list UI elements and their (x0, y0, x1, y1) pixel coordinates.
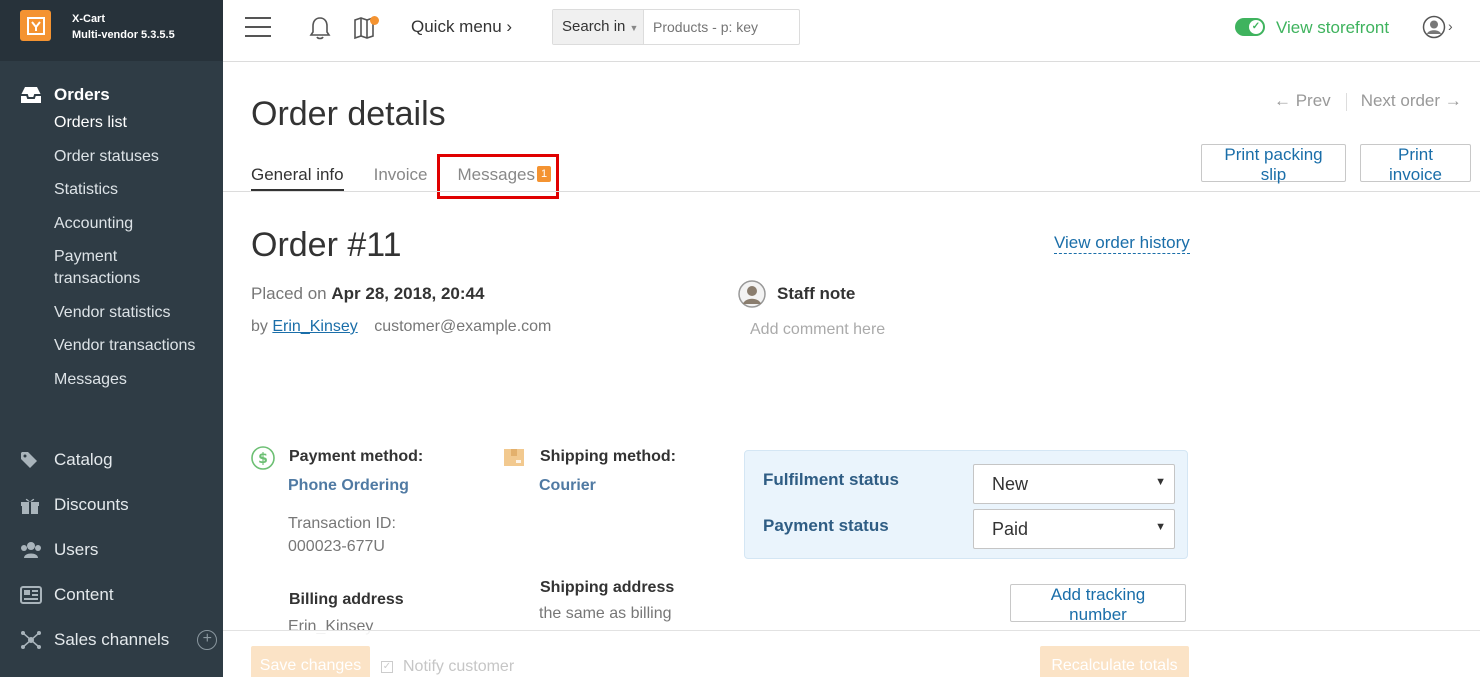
users-icon (20, 541, 44, 559)
checkbox-icon: ✓ (381, 661, 393, 673)
shipping-address-label: Shipping address (540, 579, 675, 596)
quick-menu-button[interactable]: Quick menu › (411, 17, 512, 37)
save-changes-button[interactable]: Save changes (251, 646, 370, 677)
shipping-method-label: Shipping method: (540, 448, 676, 465)
staff-note-input[interactable]: Add comment here (750, 321, 885, 339)
customer-email: customer@example.com (374, 318, 552, 335)
sidebar-item-sales-channels[interactable]: Sales channels + (0, 617, 223, 662)
payment-status-select[interactable]: Paid ▼ (973, 509, 1175, 549)
notify-customer-label: Notify customer (403, 658, 515, 675)
search-box: Search in ▼ (552, 9, 800, 45)
payment-method-value[interactable]: Phone Ordering (288, 477, 409, 495)
notify-customer-checkbox[interactable]: ✓ Notify customer (381, 658, 514, 676)
search-input[interactable] (644, 10, 794, 44)
fulfilment-status-label: Fulfilment status (763, 470, 900, 489)
svg-text:$: $ (258, 451, 268, 467)
page-title: Order details (251, 95, 446, 133)
print-invoice-button[interactable]: Print invoice (1360, 144, 1471, 184)
topbar: Quick menu › Search in ▼ View storefront… (223, 0, 1480, 62)
status-panel: Fulfilment status New ▼ Payment status P… (744, 450, 1188, 559)
sidebar-sales-channels-label: Sales channels (54, 629, 170, 649)
sidebar-item-vendor-statistics[interactable]: Vendor statistics (0, 302, 223, 324)
brand-version: Multi-vendor 5.3.5.5 (72, 29, 175, 41)
sidebar-item-orders[interactable]: Orders (0, 83, 223, 107)
sidebar-item-content[interactable]: Content (0, 572, 223, 617)
storefront-toggle[interactable] (1235, 18, 1265, 36)
staff-avatar-icon (738, 280, 766, 313)
search-in-dropdown[interactable]: Search in ▼ (553, 10, 644, 44)
brand-name: X-Cart (72, 13, 106, 25)
transaction-id-label: Transaction ID: (288, 515, 396, 532)
customer-info: by Erin_Kinsey customer@example.com (251, 318, 551, 336)
search-in-label: Search in (562, 18, 626, 35)
sidebar-item-catalog[interactable]: Catalog (0, 437, 223, 482)
billing-address-label: Billing address (289, 591, 404, 608)
tab-general-info[interactable]: General info (251, 165, 344, 192)
staff-note-label: Staff note (777, 284, 856, 303)
sidebar-item-accounting[interactable]: Accounting (0, 213, 223, 235)
sidebar-orders-label: Orders (54, 85, 110, 104)
order-number: Order #11 (251, 226, 402, 264)
bell-icon[interactable] (308, 15, 332, 46)
sticky-footer: Save changes ✓ Notify customer Recalcula… (223, 630, 1480, 677)
sidebar: X-Cart Multi-vendor 5.3.5.5 Orders Order… (0, 0, 223, 677)
sidebar-item-vendor-transactions[interactable]: Vendor transactions (0, 335, 223, 357)
sidebar-item-statistics[interactable]: Statistics (0, 179, 223, 201)
tags-icon (20, 451, 44, 469)
orders-submenu: Orders list Order statuses Statistics Ac… (0, 112, 223, 391)
print-packing-slip-button[interactable]: Print packing slip (1201, 144, 1346, 184)
network-icon (20, 629, 44, 651)
customer-name-link[interactable]: Erin_Kinsey (272, 318, 357, 335)
payment-status-label: Payment status (763, 516, 889, 535)
payment-status-value: Paid (992, 519, 1029, 539)
chevron-right-icon[interactable]: › (1448, 18, 1453, 34)
tab-invoice[interactable]: Invoice (374, 165, 428, 192)
select-arrow-icon: ▼ (1155, 521, 1166, 533)
recalculate-totals-button[interactable]: Recalculate totals (1040, 646, 1189, 677)
sidebar-users-label: Users (54, 539, 99, 559)
view-storefront-link[interactable]: View storefront (1276, 18, 1389, 38)
shipping-method-value[interactable]: Courier (539, 477, 596, 495)
dollar-icon: $ (251, 446, 275, 475)
sidebar-item-orders-list[interactable]: Orders list (0, 112, 223, 134)
user-avatar-icon[interactable] (1422, 15, 1446, 44)
main-nav: Catalog Discounts Users Content Sales ch… (0, 437, 223, 662)
caret-down-icon: ▼ (629, 23, 639, 33)
prev-order-link[interactable]: ← Prev (1274, 91, 1331, 111)
notification-dot (370, 16, 379, 25)
by-prefix: by (251, 318, 268, 335)
newspaper-icon (20, 585, 44, 604)
highlight-box (437, 154, 559, 199)
sidebar-discounts-label: Discounts (54, 494, 129, 514)
shipping-address-value: the same as billing (539, 605, 672, 622)
package-icon (503, 446, 525, 473)
select-arrow-icon: ▼ (1155, 476, 1166, 488)
placed-on-prefix: Placed on (251, 284, 327, 303)
sidebar-item-order-statuses[interactable]: Order statuses (0, 146, 223, 168)
sidebar-item-payment-transactions[interactable]: Payment transactions (0, 246, 140, 290)
placed-on-date: Apr 28, 2018, 20:44 (331, 284, 485, 303)
view-order-history-link[interactable]: View order history (1054, 233, 1190, 254)
fulfilment-status-value: New (992, 474, 1029, 494)
payment-method-label: Payment method: (289, 448, 424, 465)
sidebar-item-discounts[interactable]: Discounts (0, 482, 223, 527)
add-tracking-number-button[interactable]: Add tracking number (1010, 584, 1186, 624)
sidebar-content-label: Content (54, 584, 114, 604)
sidebar-item-users[interactable]: Users (0, 527, 223, 572)
order-pagination: ← Prev Next order → (1274, 91, 1462, 111)
transaction-id-value: 000023-677U (288, 538, 385, 555)
add-sales-channel-icon[interactable]: + (197, 629, 218, 650)
pagination-divider (1345, 93, 1347, 111)
xcart-logo-icon (20, 10, 51, 41)
inbox-icon (20, 86, 44, 104)
sidebar-item-messages[interactable]: Messages (0, 369, 223, 391)
hamburger-menu-icon[interactable] (245, 17, 271, 37)
sidebar-catalog-label: Catalog (54, 449, 113, 469)
placed-on: Placed on Apr 28, 2018, 20:44 (251, 284, 484, 304)
brand[interactable]: X-Cart Multi-vendor 5.3.5.5 (0, 0, 223, 61)
fulfilment-status-select[interactable]: New ▼ (973, 464, 1175, 504)
gift-icon (20, 496, 44, 514)
next-order-link[interactable]: Next order → (1361, 91, 1462, 111)
tabs-divider (223, 191, 1480, 192)
